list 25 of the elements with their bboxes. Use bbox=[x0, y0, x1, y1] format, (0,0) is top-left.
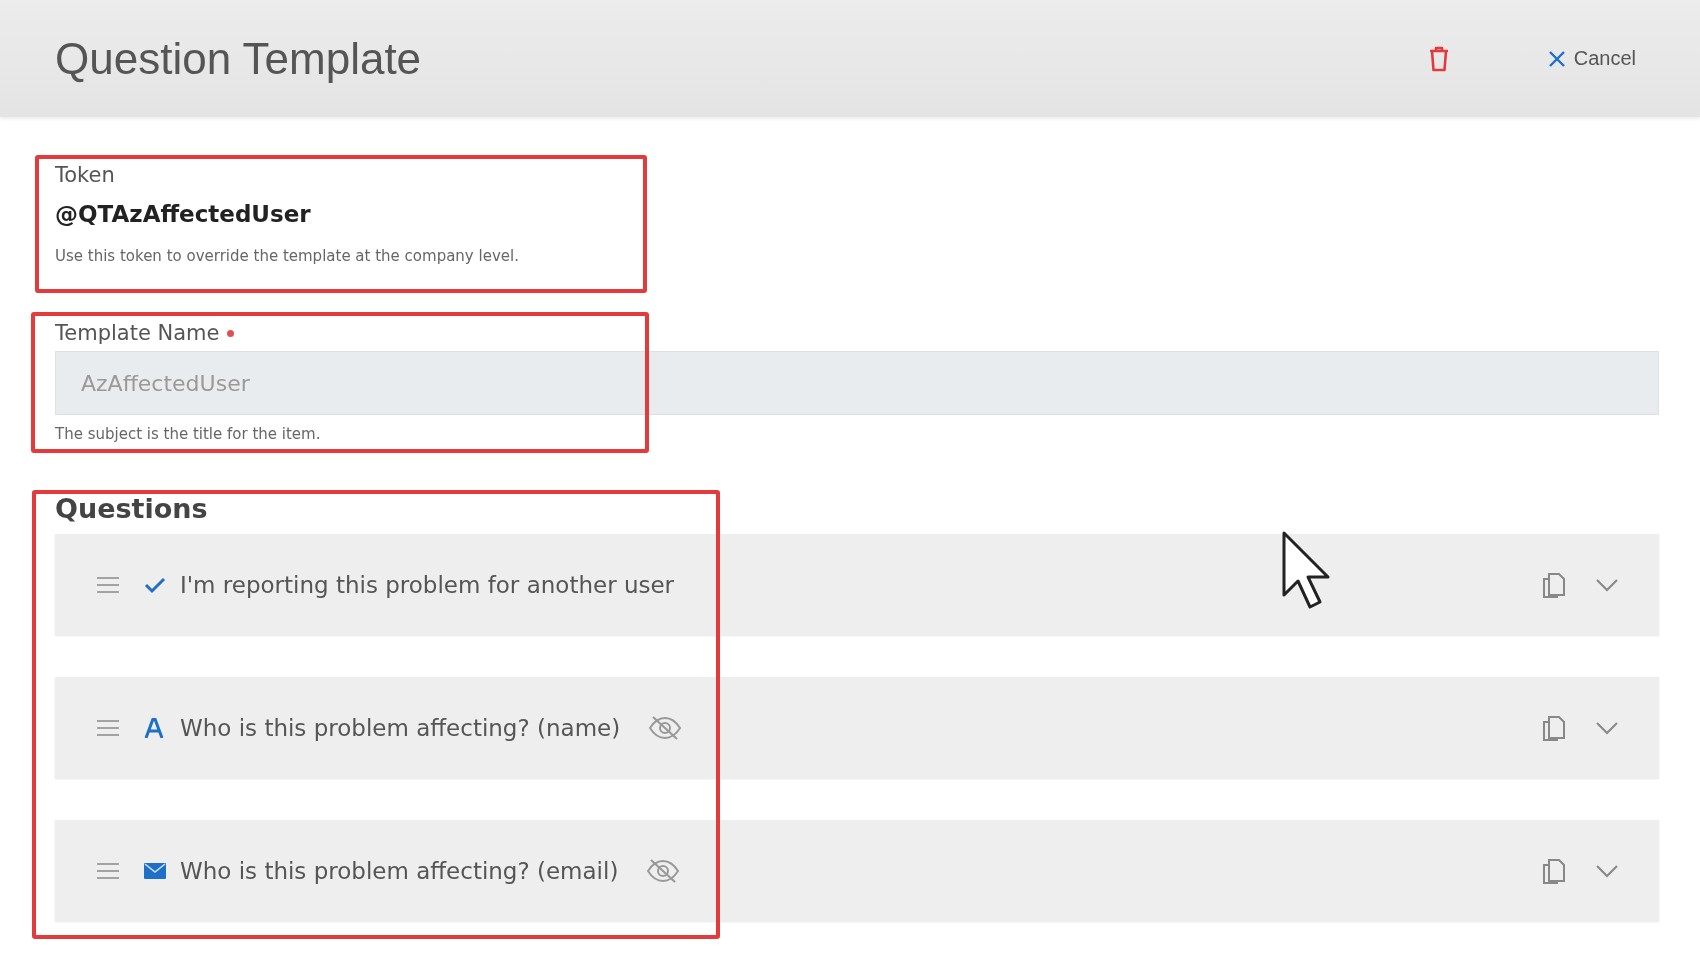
question-label: I'm reporting this problem for another user bbox=[180, 571, 675, 598]
question-row[interactable]: Who is this problem affecting? (name) bbox=[55, 677, 1659, 778]
template-name-hint: The subject is the title for the item. bbox=[55, 425, 322, 443]
question-row[interactable]: I'm reporting this problem for another user bbox=[55, 534, 1659, 635]
token-value: @QTAzAffectedUser bbox=[55, 201, 312, 227]
checkmark-icon bbox=[144, 575, 166, 594]
questions-heading: Questions bbox=[55, 493, 209, 524]
letter-a-icon bbox=[144, 717, 164, 738]
chevron-down-icon[interactable] bbox=[1595, 863, 1619, 878]
close-icon bbox=[1547, 49, 1566, 68]
token-label: Token bbox=[55, 163, 116, 187]
trash-icon bbox=[1427, 45, 1450, 72]
envelope-icon bbox=[144, 862, 166, 879]
question-label: Who is this problem affecting? (name) bbox=[180, 714, 621, 741]
drag-handle-icon[interactable] bbox=[97, 861, 119, 880]
chevron-down-icon[interactable] bbox=[1595, 720, 1619, 735]
page-title: Question Template bbox=[55, 33, 423, 84]
cancel-button[interactable]: Cancel bbox=[1543, 43, 1640, 74]
drag-handle-icon[interactable] bbox=[97, 575, 119, 594]
token-hint: Use this token to override the template at the company level. bbox=[55, 247, 520, 265]
chevron-down-icon[interactable] bbox=[1595, 577, 1619, 592]
question-row[interactable]: Who is this problem affecting? (email) bbox=[55, 820, 1659, 921]
template-name-label: Template Name bbox=[55, 321, 220, 345]
drag-handle-icon[interactable] bbox=[97, 718, 119, 737]
question-label: Who is this problem affecting? (email) bbox=[180, 857, 619, 884]
